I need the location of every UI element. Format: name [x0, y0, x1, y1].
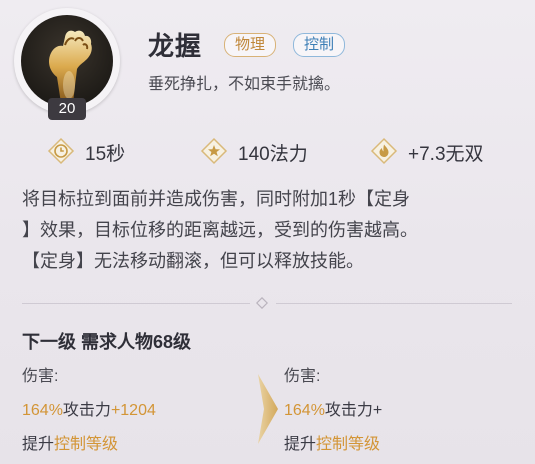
skill-level-badge: 20: [48, 98, 86, 120]
description-line: 】效果，目标位移的距离越远，受到的伤害越高。: [22, 220, 418, 240]
star-icon: [200, 137, 228, 165]
clock-icon: [47, 137, 75, 165]
divider: [22, 303, 250, 304]
skill-detail-panel: 20 龙握 物理 控制 垂死挣扎，不如束手就擒。 15秒 140法力 +7.3无…: [0, 0, 535, 464]
chevron-right-icon: [258, 374, 278, 444]
upgrade-note-current: 提升控制等级: [22, 436, 119, 453]
diamond-ornament-icon: [256, 297, 268, 309]
damage-label: 伤害:: [22, 368, 59, 385]
upgrade-note-next: 提升控制等级: [284, 436, 381, 453]
description-line: 【定身】无法移动翻滚，但可以释放技能。: [22, 251, 364, 271]
skill-icon[interactable]: 20: [14, 8, 120, 120]
tag-physical: 物理: [224, 33, 277, 57]
skill-subtitle: 垂死挣扎，不如束手就擒。: [148, 76, 341, 93]
divider: [276, 303, 512, 304]
tag-control: 控制: [293, 33, 346, 57]
next-level-title: 下一级 需求人物68级: [22, 332, 192, 352]
damage-value-next: 164%攻击力+: [284, 402, 383, 419]
description-line: 将目标拉到面前并造成伤害，同时附加1秒【定身: [22, 189, 411, 209]
skill-description: 将目标拉到面前并造成伤害，同时附加1秒【定身 】效果，目标位移的距离越远，受到的…: [22, 184, 522, 277]
dragon-claw-icon: [21, 15, 113, 107]
damage-value-current: 164%攻击力+1204: [22, 402, 156, 419]
skill-name: 龙握: [148, 31, 203, 61]
flame-icon: [370, 137, 398, 165]
damage-label-next: 伤害:: [284, 368, 321, 385]
